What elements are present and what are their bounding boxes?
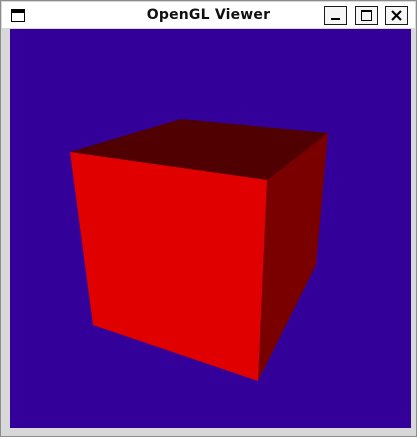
opengl-viewport[interactable] (10, 29, 411, 428)
minimize-icon (331, 18, 340, 20)
window-icon[interactable] (11, 9, 25, 22)
close-button[interactable] (385, 6, 408, 25)
title-bar[interactable]: OpenGL Viewer (2, 2, 415, 28)
close-icon (391, 10, 402, 21)
minimize-button[interactable] (324, 6, 347, 25)
cube-front-face (70, 152, 267, 381)
maximize-button[interactable] (355, 6, 378, 25)
maximize-icon (361, 10, 372, 21)
window-title: OpenGL Viewer (146, 7, 271, 23)
cube-render (70, 119, 328, 381)
app-window: OpenGL Viewer (0, 0, 417, 437)
